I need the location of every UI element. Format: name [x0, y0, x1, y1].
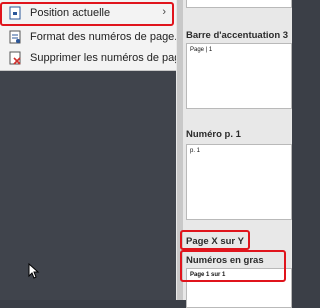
page-number-context-menu: Position actuelle › Format des numéros d…	[0, 0, 187, 71]
mouse-pointer-icon	[28, 262, 40, 279]
menu-item-position-actuelle[interactable]: Position actuelle ›	[0, 2, 176, 26]
gallery-section-title: Barre d'accentuation 3	[186, 30, 289, 41]
thumbnail-preview-text: p. 1	[190, 148, 201, 154]
menu-item-supprimer-numeros[interactable]: Supprimer les numéros de page	[0, 47, 187, 69]
menu-item-format-numeros[interactable]: Format des numéros de page...	[0, 26, 183, 48]
highlight-frame	[180, 230, 250, 250]
menu-item-label: Supprimer les numéros de page	[30, 52, 187, 64]
menu-item-label: Format des numéros de page...	[30, 31, 184, 43]
gallery-thumbnail[interactable]: p. 1	[186, 144, 292, 220]
gallery-thumbnail[interactable]: Page | 1	[186, 43, 292, 109]
highlight-frame	[0, 2, 174, 26]
page-number-gallery: Barre d'accentuation 3 Page | 1 Numéro p…	[176, 0, 292, 308]
highlight-frame	[180, 250, 286, 282]
thumbnail-preview-text: Page | 1	[190, 47, 213, 53]
gallery-section-title: Numéro p. 1	[186, 129, 241, 140]
gallery-thumbnail[interactable]	[186, 0, 292, 8]
remove-page-numbers-icon	[8, 51, 22, 65]
format-page-numbers-icon	[8, 30, 22, 44]
